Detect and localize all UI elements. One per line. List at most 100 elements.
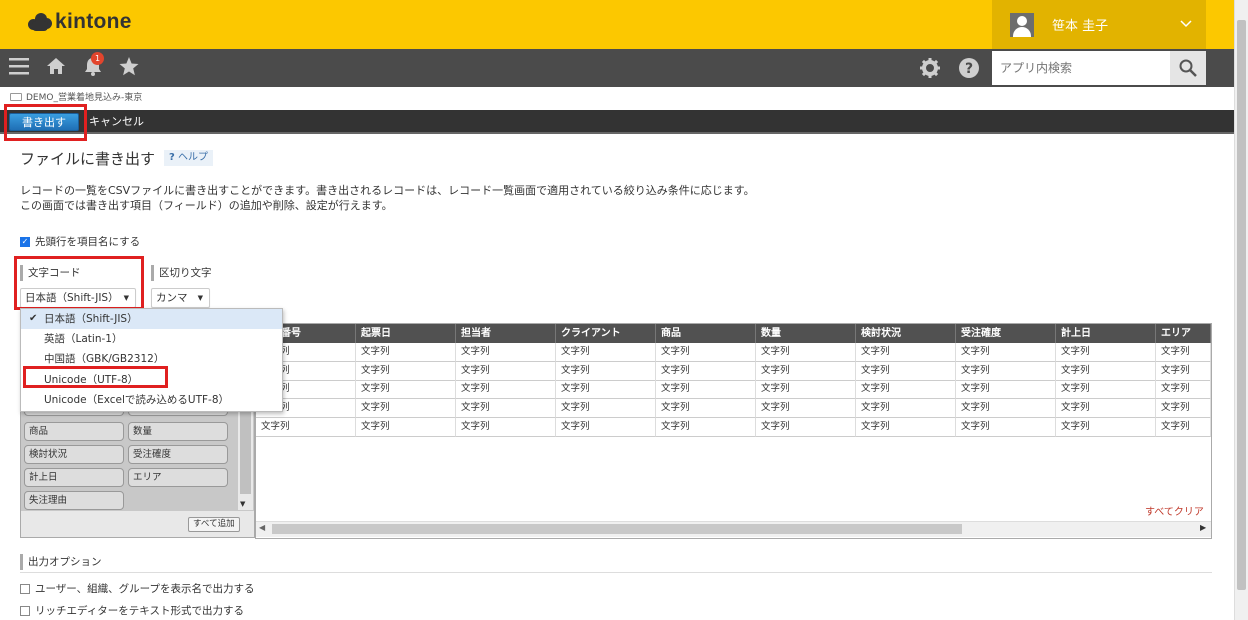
table-cell[interactable]: 文字列 (756, 399, 856, 418)
kintone-logo-icon (28, 11, 52, 33)
table-cell[interactable]: 文字列 (856, 362, 956, 381)
table-cell[interactable]: 文字列 (956, 380, 1056, 399)
table-cell[interactable]: 文字列 (556, 343, 656, 362)
field-chip-probability[interactable]: 受注確度 (128, 445, 228, 464)
star-icon[interactable] (119, 57, 139, 80)
table-column-header[interactable]: 起票日 (356, 324, 456, 343)
cancel-button[interactable]: キャンセル (89, 113, 144, 131)
table-cell[interactable]: 文字列 (456, 399, 556, 418)
field-panel-scroll-thumb[interactable] (240, 412, 251, 494)
table-cell[interactable]: 文字列 (756, 362, 856, 381)
gear-icon[interactable] (920, 58, 940, 82)
table-cell[interactable]: 文字列 (956, 418, 1056, 437)
breadcrumb-app-name: DEMO_営業着地見込み-東京 (26, 93, 143, 103)
table-cell[interactable]: 文字列 (956, 399, 1056, 418)
table-cell[interactable]: 文字列 (1056, 418, 1156, 437)
encoding-option-utf8-excel[interactable]: Unicode（Excelで読み込めるUTF-8） (21, 390, 282, 410)
table-cell[interactable]: 文字列 (656, 362, 756, 381)
table-cell[interactable]: 文字列 (1056, 343, 1156, 362)
option-label: 中国語（GBK/GB2312） (44, 353, 165, 365)
table-cell[interactable]: 文字列 (356, 399, 456, 418)
table-cell[interactable]: 文字列 (956, 343, 1056, 362)
table-cell[interactable]: 文字列 (956, 362, 1056, 381)
scroll-left-arrow-icon[interactable]: ◀ (259, 523, 265, 532)
scroll-right-arrow-icon[interactable]: ▶ (1200, 523, 1206, 532)
table-cell[interactable]: 文字列 (556, 362, 656, 381)
page-scrollbar-thumb[interactable] (1237, 20, 1246, 590)
table-column-header[interactable]: クライアント (556, 324, 656, 343)
field-chip-status[interactable]: 検討状況 (24, 445, 124, 464)
table-cell[interactable]: 文字列 (356, 343, 456, 362)
table-cell[interactable]: 文字列 (756, 418, 856, 437)
table-cell[interactable]: 文字列 (1156, 418, 1211, 437)
app-search-input[interactable] (992, 51, 1170, 85)
table-column-header[interactable]: 受注確度 (956, 324, 1056, 343)
table-cell[interactable]: 文字列 (256, 418, 356, 437)
scroll-down-arrow-icon[interactable]: ▼ (240, 500, 245, 508)
table-cell[interactable]: 文字列 (1056, 399, 1156, 418)
home-icon[interactable] (46, 57, 66, 79)
kintone-logo[interactable]: kintone (28, 10, 132, 34)
breadcrumb[interactable]: DEMO_営業着地見込み-東京 (10, 90, 142, 103)
table-cell[interactable]: 文字列 (456, 343, 556, 362)
table-cell[interactable]: 文字列 (756, 380, 856, 399)
field-chip-lost-reason[interactable]: 失注理由 (24, 491, 124, 510)
table-cell[interactable]: 文字列 (356, 362, 456, 381)
table-cell[interactable]: 文字列 (656, 399, 756, 418)
header-row-label: 先頭行を項目名にする (35, 236, 141, 248)
table-cell[interactable]: 文字列 (1056, 380, 1156, 399)
table-cell[interactable]: 文字列 (756, 343, 856, 362)
help-link[interactable]: ? ヘルプ (164, 150, 213, 166)
table-column-header[interactable]: エリア (1156, 324, 1211, 343)
avatar (1010, 12, 1034, 37)
table-cell[interactable]: 文字列 (1156, 399, 1211, 418)
table-cell[interactable]: 文字列 (1156, 343, 1211, 362)
table-cell[interactable]: 文字列 (856, 343, 956, 362)
table-column-header[interactable]: 商品 (656, 324, 756, 343)
encoding-option-latin1[interactable]: 英語（Latin-1） (21, 329, 282, 349)
page-scrollbar[interactable] (1234, 0, 1248, 620)
help-circle-icon[interactable]: ? (959, 58, 979, 82)
table-cell[interactable]: 文字列 (1156, 362, 1211, 381)
table-cell[interactable]: 文字列 (556, 418, 656, 437)
table-cell[interactable]: 文字列 (1056, 362, 1156, 381)
table-cell[interactable]: 文字列 (656, 418, 756, 437)
field-chip-quantity[interactable]: 数量 (128, 422, 228, 441)
encoding-option-shift-jis[interactable]: ✔ 日本語（Shift-JIS） (21, 309, 282, 329)
help-label: ヘルプ (178, 152, 208, 163)
field-chip-area[interactable]: エリア (128, 468, 228, 487)
rich-text-checkbox[interactable] (20, 605, 30, 616)
output-option-rich-text[interactable]: リッチエディターをテキスト形式で出力する (20, 603, 244, 618)
table-cell[interactable]: 文字列 (856, 380, 956, 399)
add-all-button[interactable]: すべて追加 (188, 517, 240, 532)
table-cell[interactable]: 文字列 (356, 418, 456, 437)
table-cell[interactable]: 文字列 (456, 362, 556, 381)
table-column-header[interactable]: 担当者 (456, 324, 556, 343)
table-cell[interactable]: 文字列 (556, 399, 656, 418)
display-name-checkbox[interactable] (20, 583, 30, 594)
search-button[interactable] (1170, 51, 1206, 85)
field-chip-product[interactable]: 商品 (24, 422, 124, 441)
menu-icon[interactable] (9, 57, 29, 79)
table-column-header[interactable]: 計上日 (1056, 324, 1156, 343)
table-scroll-thumb[interactable] (272, 524, 962, 534)
table-cell[interactable]: 文字列 (556, 380, 656, 399)
table-column-header[interactable]: 数量 (756, 324, 856, 343)
table-cell[interactable]: 文字列 (456, 418, 556, 437)
svg-text:?: ? (965, 61, 973, 77)
table-cell[interactable]: 文字列 (856, 418, 956, 437)
header-row-option[interactable]: ✓ 先頭行を項目名にする (20, 234, 140, 249)
header-row-checkbox[interactable]: ✓ (20, 236, 30, 247)
table-cell[interactable]: 文字列 (856, 399, 956, 418)
table-cell[interactable]: 文字列 (656, 380, 756, 399)
table-cell[interactable]: 文字列 (356, 380, 456, 399)
user-menu[interactable]: 笹本 圭子 (992, 0, 1206, 49)
table-column-header[interactable]: 検討状況 (856, 324, 956, 343)
clear-all-link[interactable]: すべてクリア (1145, 503, 1204, 518)
table-cell[interactable]: 文字列 (456, 380, 556, 399)
delimiter-select[interactable]: カンマ ▼ (151, 288, 210, 308)
field-chip-record-date[interactable]: 計上日 (24, 468, 124, 487)
output-option-display-name[interactable]: ユーザー、組織、グループを表示名で出力する (20, 581, 255, 596)
table-cell[interactable]: 文字列 (1156, 380, 1211, 399)
table-cell[interactable]: 文字列 (656, 343, 756, 362)
